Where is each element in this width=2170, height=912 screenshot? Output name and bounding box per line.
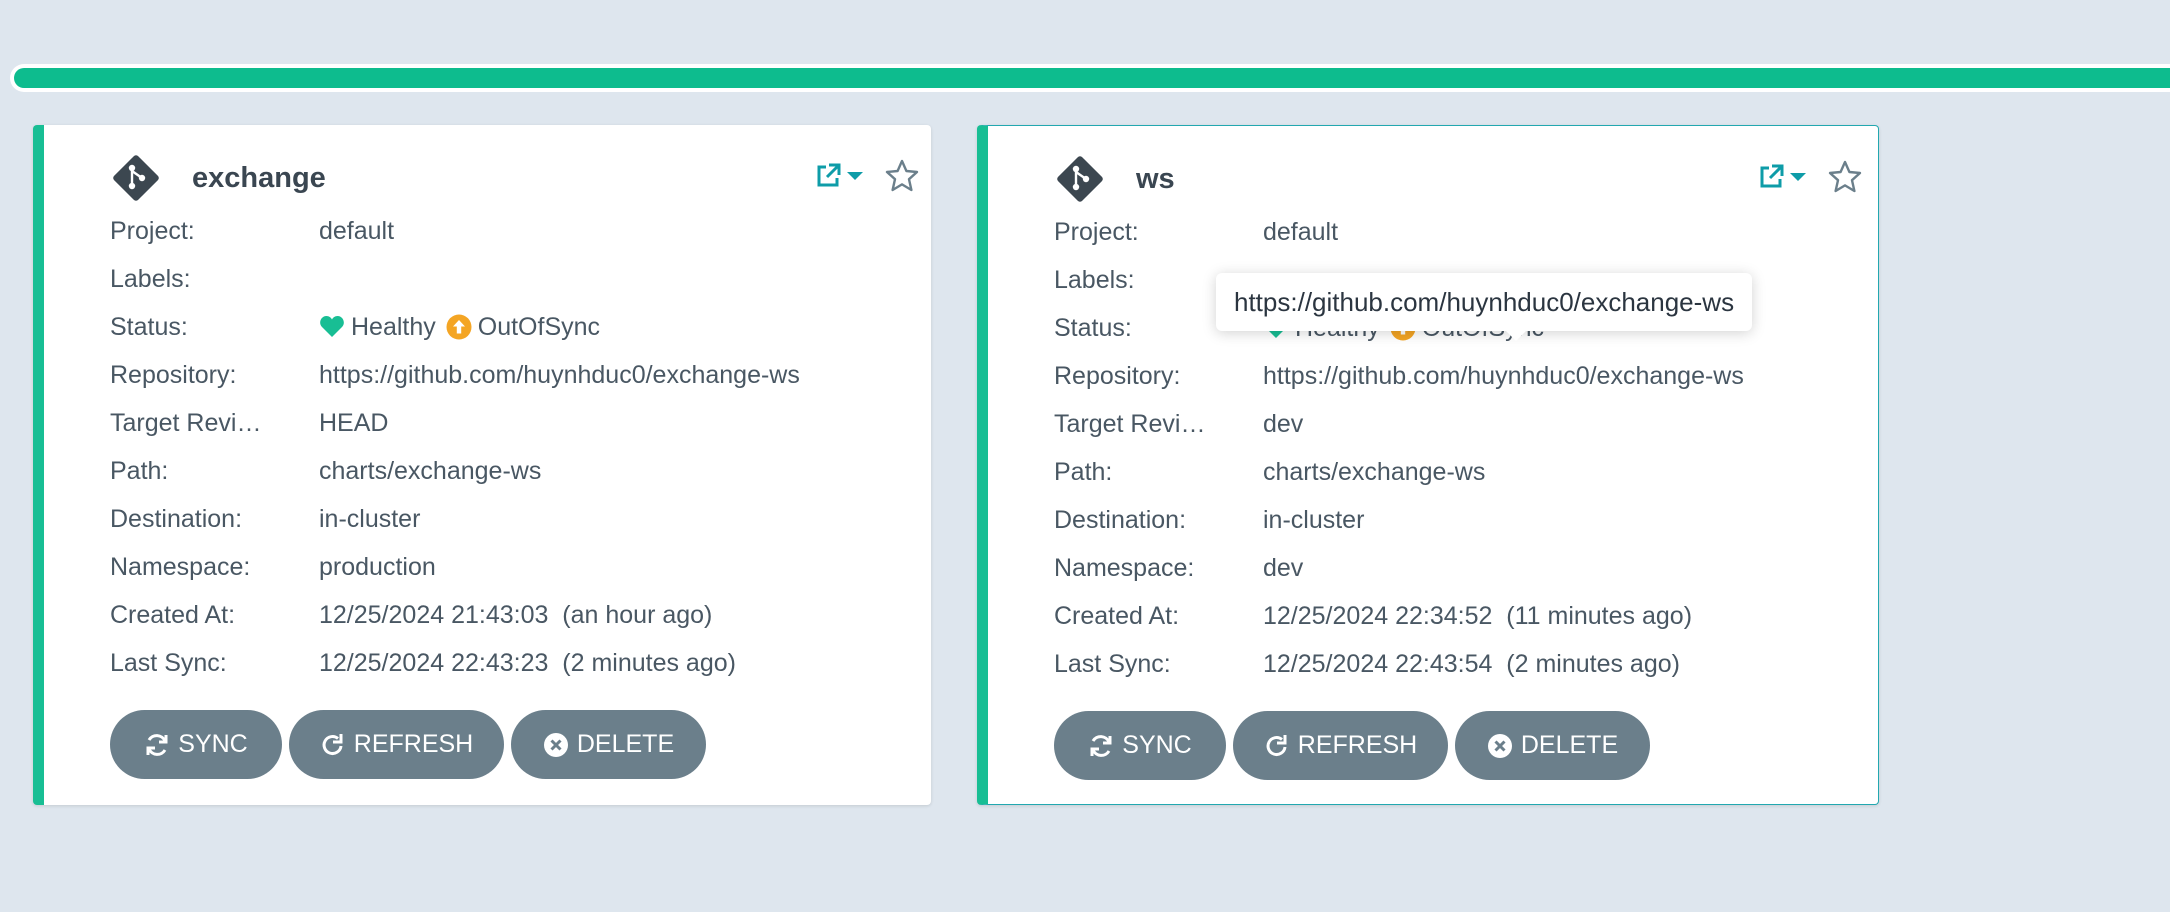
row-namespace: Namespace: production xyxy=(110,543,800,591)
created-at-label: Created At: xyxy=(1054,601,1180,630)
redo-icon xyxy=(322,733,343,755)
card-actions xyxy=(814,158,920,194)
destination-label: Destination: xyxy=(1054,505,1187,534)
refresh-button[interactable]: REFRESH xyxy=(289,710,504,779)
application-card-exchange[interactable]: exchange Project: default Labels: Status… xyxy=(33,125,931,805)
sync-icon xyxy=(146,733,168,756)
application-card-ws[interactable]: ws Project: default Labels: Status: Repo… xyxy=(977,125,1879,805)
sync-button[interactable]: SYNC xyxy=(1054,711,1226,780)
times-circle-icon xyxy=(1487,733,1512,758)
last-sync-value: 12/25/2024 22:43:54 (2 minutes ago) xyxy=(1263,649,1680,678)
card-header: exchange xyxy=(110,152,326,204)
path-label: Path: xyxy=(110,456,169,485)
external-link-icon[interactable] xyxy=(1757,163,1785,191)
git-diamond-icon xyxy=(1057,156,1103,202)
namespace-value: production xyxy=(319,552,436,581)
sync-button-label: SYNC xyxy=(1122,731,1192,759)
path-label: Path: xyxy=(1054,457,1113,486)
status-value: Healthy OutOfSync xyxy=(319,313,610,342)
star-outline-icon[interactable] xyxy=(1827,159,1863,195)
app-name[interactable]: exchange xyxy=(192,162,326,195)
sync-progress-fill xyxy=(14,68,2170,88)
refresh-button-label: REFRESH xyxy=(1297,731,1418,759)
redo-icon xyxy=(1266,734,1287,756)
delete-button-label: DELETE xyxy=(1520,731,1619,759)
card-buttons: SYNC REFRESH DELETE xyxy=(110,710,713,779)
tooltip-text: https://github.com/huynhduc0/exchange-ws xyxy=(1234,286,1735,317)
sync-status: OutOfSync xyxy=(477,312,601,341)
row-labels: Labels: xyxy=(110,255,800,303)
app-details: Project: default Labels: Status: Healthy… xyxy=(110,207,800,687)
sync-progress-bar xyxy=(10,64,2170,92)
row-project: Project: default xyxy=(110,207,800,255)
namespace-value: dev xyxy=(1263,553,1304,582)
row-path: Path: charts/exchange-ws xyxy=(1054,448,1744,496)
destination-value: in-cluster xyxy=(319,504,421,533)
created-at-value: 12/25/2024 21:43:03 (an hour ago) xyxy=(319,600,713,629)
row-created-at: Created At: 12/25/2024 22:34:52 (11 minu… xyxy=(1054,592,1744,640)
star-outline-icon[interactable] xyxy=(884,158,920,194)
row-created-at: Created At: 12/25/2024 21:43:03 (an hour… xyxy=(110,591,800,639)
last-sync-value: 12/25/2024 22:43:23 (2 minutes ago) xyxy=(319,648,736,677)
repository-value[interactable]: https://github.com/huynhduc0/exchange-ws xyxy=(1263,362,1744,391)
target-revision-value: dev xyxy=(1263,409,1304,438)
app-name[interactable]: ws xyxy=(1136,163,1175,196)
destination-label: Destination: xyxy=(110,504,243,533)
row-target-revision: Target Revi… HEAD xyxy=(110,399,800,447)
target-revision-label: Target Revi… xyxy=(1054,409,1206,438)
git-diamond-icon xyxy=(113,155,159,201)
sync-button-label: SYNC xyxy=(178,730,248,758)
last-sync-label: Last Sync: xyxy=(1054,649,1171,678)
card-header: ws xyxy=(1054,153,1175,205)
project-label: Project: xyxy=(1054,217,1139,246)
repository-tooltip: https://github.com/huynhduc0/exchange-ws xyxy=(1216,273,1753,331)
tooltip-arrow xyxy=(1506,331,1526,341)
caret-down-icon[interactable] xyxy=(1789,171,1807,183)
row-destination: Destination: in-cluster xyxy=(1054,496,1744,544)
path-value: charts/exchange-ws xyxy=(319,456,542,485)
card-buttons: SYNC REFRESH DELETE xyxy=(1054,711,1657,780)
target-revision-label: Target Revi… xyxy=(110,408,262,437)
refresh-button[interactable]: REFRESH xyxy=(1233,711,1448,780)
heart-icon xyxy=(320,316,344,337)
status-label: Status: xyxy=(110,312,188,341)
destination-value: in-cluster xyxy=(1263,505,1365,534)
row-last-sync: Last Sync: 12/25/2024 22:43:54 (2 minute… xyxy=(1054,640,1744,688)
target-revision-value: HEAD xyxy=(319,408,389,437)
row-last-sync: Last Sync: 12/25/2024 22:43:23 (2 minute… xyxy=(110,639,800,687)
row-namespace: Namespace: dev xyxy=(1054,544,1744,592)
card-actions xyxy=(1757,159,1863,195)
arrow-up-circle-icon xyxy=(446,314,472,340)
created-at-value: 12/25/2024 22:34:52 (11 minutes ago) xyxy=(1263,601,1693,630)
repository-label: Repository: xyxy=(1054,361,1181,390)
sync-icon xyxy=(1090,734,1112,757)
repository-label: Repository: xyxy=(110,360,237,389)
project-value: default xyxy=(1263,217,1339,246)
row-target-revision: Target Revi… dev xyxy=(1054,400,1744,448)
delete-button-label: DELETE xyxy=(576,730,675,758)
refresh-button-label: REFRESH xyxy=(353,730,474,758)
project-value: default xyxy=(319,216,395,245)
times-circle-icon xyxy=(543,732,568,757)
caret-down-icon[interactable] xyxy=(846,170,864,182)
external-link-icon[interactable] xyxy=(814,162,842,190)
sync-button[interactable]: SYNC xyxy=(110,710,282,779)
namespace-label: Namespace: xyxy=(1054,553,1195,582)
row-repository: Repository: https://github.com/huynhduc0… xyxy=(110,351,800,399)
delete-button[interactable]: DELETE xyxy=(511,710,706,779)
path-value: charts/exchange-ws xyxy=(1263,457,1486,486)
labels-label: Labels: xyxy=(110,264,191,293)
health-status: Healthy xyxy=(351,312,436,341)
namespace-label: Namespace: xyxy=(110,552,251,581)
row-project: Project: default xyxy=(1054,208,1744,256)
row-repository: Repository: https://github.com/huynhduc0… xyxy=(1054,352,1744,400)
last-sync-label: Last Sync: xyxy=(110,648,227,677)
row-path: Path: charts/exchange-ws xyxy=(110,447,800,495)
project-label: Project: xyxy=(110,216,195,245)
row-destination: Destination: in-cluster xyxy=(110,495,800,543)
repository-value[interactable]: https://github.com/huynhduc0/exchange-ws xyxy=(319,361,800,390)
created-at-label: Created At: xyxy=(110,600,236,629)
delete-button[interactable]: DELETE xyxy=(1455,711,1650,780)
row-status: Status: Healthy OutOfSync xyxy=(110,303,800,351)
